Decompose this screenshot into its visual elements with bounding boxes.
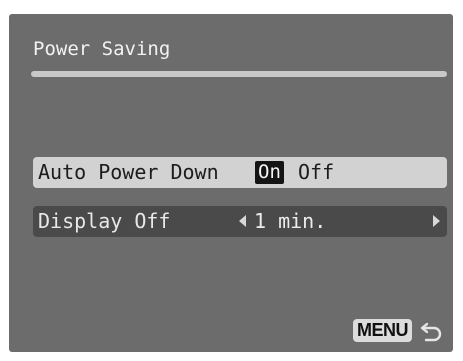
setting-row-auto-power-down[interactable]: Auto Power Down On Off <box>33 157 447 188</box>
menu-button[interactable]: MENU <box>353 319 412 342</box>
camera-lcd-screen: Power Saving Auto Power Down On Off Disp… <box>9 14 453 352</box>
title-divider <box>31 71 447 77</box>
setting-label-auto-power-down: Auto Power Down <box>38 160 219 184</box>
arrow-left-icon[interactable] <box>239 215 246 227</box>
setting-row-display-off[interactable]: Display Off 1 min. <box>33 206 447 237</box>
option-off[interactable]: Off <box>298 160 334 185</box>
page-title: Power Saving <box>33 38 171 60</box>
option-on-selected[interactable]: On <box>255 161 284 184</box>
display-off-value: 1 min. <box>254 209 327 233</box>
return-arrow-icon[interactable] <box>420 319 444 343</box>
arrow-right-icon[interactable] <box>433 215 440 227</box>
setting-label-display-off: Display Off <box>38 209 171 233</box>
